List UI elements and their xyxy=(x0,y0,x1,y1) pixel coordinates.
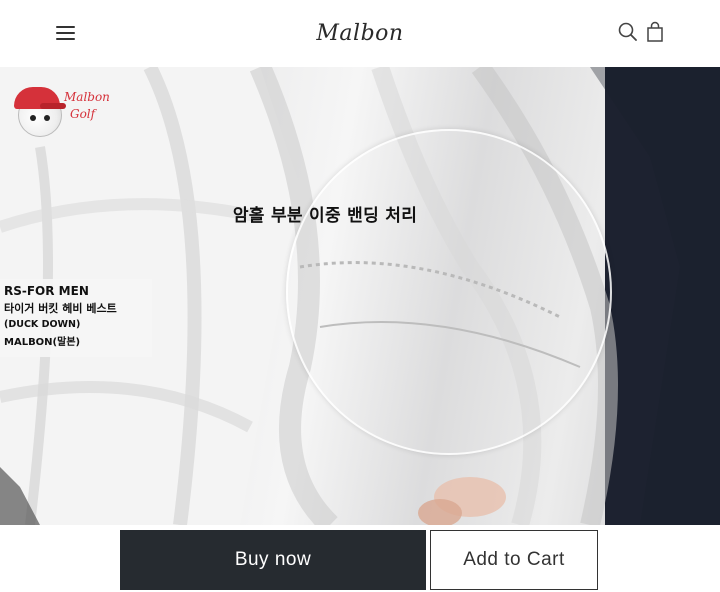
zoom-detail-circle xyxy=(286,129,612,455)
product-label-line1: RS-FOR MEN xyxy=(4,284,89,298)
site-header: Malbon xyxy=(0,0,720,67)
product-label-line2: 타이거 버킷 헤비 베스트 xyxy=(4,302,117,315)
hamburger-menu-icon[interactable] xyxy=(55,23,77,43)
purchase-bar: Buy now Add to Cart xyxy=(0,525,720,592)
product-label-line3: (DUCK DOWN) xyxy=(4,319,81,330)
product-label-line4: MALBON(말본) xyxy=(4,337,81,348)
product-label-box: RS-FOR MEN 타이거 버킷 헤비 베스트 (DUCK DOWN) MAL… xyxy=(0,279,152,357)
detail-callout-text: 암홀 부분 이중 밴딩 처리 xyxy=(232,206,418,226)
badge-text: Malbon Golf xyxy=(64,89,124,123)
add-to-cart-button[interactable]: Add to Cart xyxy=(430,530,598,590)
search-icon[interactable] xyxy=(617,21,639,43)
brand-logo[interactable]: Malbon xyxy=(300,14,420,54)
badge-text-line2: Golf xyxy=(70,107,96,121)
product-hero-image: Malbon Golf 암홀 부분 이중 밴딩 처리 RS-FOR MEN 타이… xyxy=(0,67,720,525)
buy-now-button[interactable]: Buy now xyxy=(120,530,426,590)
badge-text-line1: Malbon xyxy=(64,90,110,104)
malbon-golf-badge: Malbon Golf xyxy=(14,85,124,145)
shopping-bag-icon[interactable] xyxy=(644,20,666,44)
